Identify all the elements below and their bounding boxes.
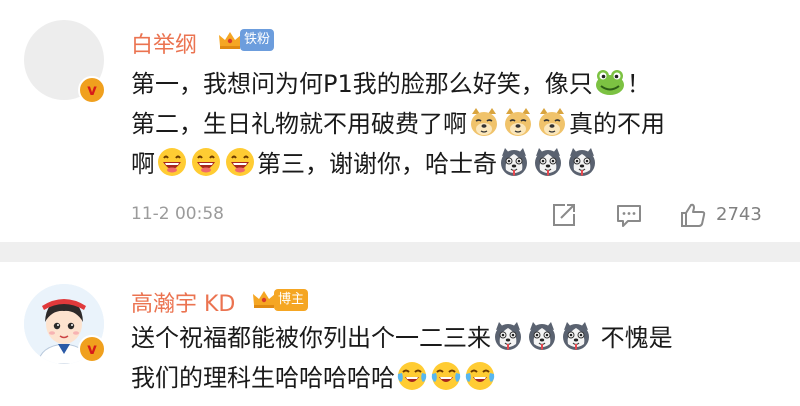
verified-badge-icon: v [78,335,106,363]
grin-emoji-icon [224,146,256,178]
comment-timestamp: 11-2 00:58 [131,204,224,224]
crown-icon [252,289,276,309]
host-badge: 博主 [274,289,309,311]
thumbs-up-icon[interactable] [680,202,706,228]
grin-emoji-icon [156,146,188,178]
comment-text: 第一，我想问为何P1我的脸那么好笑，像只！ 第二，生日礼物就不用破费了啊 真的不用… [131,64,791,184]
like-count: 2743 [716,204,762,225]
comment-username[interactable]: 白举纲 [131,27,197,59]
grin-emoji-icon [190,146,222,178]
comment-line-3: 啊第三，谢谢你，哈士奇 [131,144,791,184]
comment-line-1: 第一，我想问为何P1我的脸那么好笑，像只！ [131,64,791,104]
comment-line-2: 第二，生日礼物就不用破费了啊 真的不用 [131,104,791,144]
husky-emoji-icon [560,320,592,352]
doge-emoji-icon [502,106,534,138]
laugh-cry-emoji-icon [430,360,462,392]
comment-username[interactable]: 高瀚宇 KD [131,286,235,318]
doge-emoji-icon [536,106,568,138]
comment-item: v 高瀚宇 KD 博主 送个祝福都能被你列出个一二三来 不愧是 我们的理科生哈哈… [0,262,800,406]
verified-badge-icon: v [78,76,106,104]
share-icon[interactable] [551,202,577,228]
comment-line-2: 我们的理科生哈哈哈哈哈 [131,358,791,398]
laugh-cry-emoji-icon [464,360,496,392]
doge-emoji-icon [468,106,500,138]
crown-icon [218,30,242,50]
husky-emoji-icon [526,320,558,352]
laugh-cry-emoji-icon [396,360,428,392]
comment-icon[interactable] [616,202,642,228]
comment-text: 送个祝福都能被你列出个一二三来 不愧是 我们的理科生哈哈哈哈哈 [131,318,791,398]
frog-emoji-icon [594,66,626,98]
husky-emoji-icon [566,146,598,178]
husky-emoji-icon [532,146,564,178]
comment-line-1: 送个祝福都能被你列出个一二三来 不愧是 [131,318,791,358]
husky-emoji-icon [492,320,524,352]
fan-level-badge: 铁粉 [240,29,275,51]
comment-divider [0,242,800,262]
comment-item: v 白举纲 铁粉 第一，我想问为何P1我的脸那么好笑，像只！ 第二，生日礼物就不… [0,0,800,242]
husky-emoji-icon [498,146,530,178]
